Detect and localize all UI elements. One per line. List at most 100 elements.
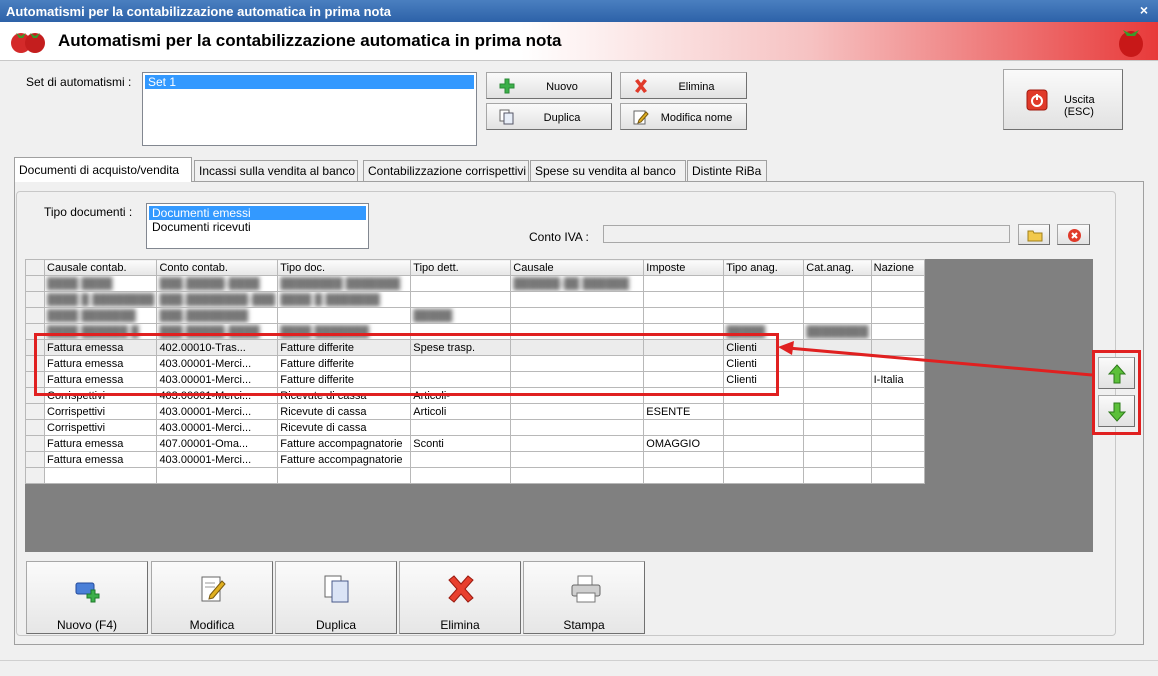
cell [510,419,645,436]
col-header[interactable]: Causale contab. [43,259,158,276]
table-row[interactable]: Corrispettivi 403.00001-Merci... Ricevute … [25,419,925,436]
uscita-button[interactable]: Uscita (ESC) [1003,69,1123,130]
col-header[interactable]: Conto contab. [156,259,279,276]
header-title: Automatismi per la contabilizzazione aut… [58,31,562,50]
cell [803,387,872,404]
set-listbox[interactable]: Set 1 [142,72,477,146]
tab-spese[interactable]: Spese su vendita al banco [530,160,686,181]
col-header[interactable]: Tipo dett. [410,259,512,276]
clear-icon [1068,229,1081,242]
duplica-set-button[interactable]: Duplica [486,103,612,130]
arrow-down-icon [1108,402,1126,422]
nuovo-set-button[interactable]: Nuovo [486,72,612,99]
cell [870,419,925,436]
cell [510,451,645,468]
col-header[interactable]: Tipo doc. [277,259,412,276]
move-up-button[interactable] [1098,357,1135,389]
stampa-label: Stampa [563,618,605,632]
cell: Sconti [410,435,512,452]
cell: Articoli [410,403,512,420]
cell [510,435,645,452]
cell [643,451,725,468]
table-row[interactable]: Corrispettivi 403.00001-Merci... Ricevute … [25,403,925,420]
col-header[interactable]: Cat.anag. [803,259,872,276]
conto-iva-field[interactable] [603,225,1010,243]
tab-corrispettivi[interactable]: Contabilizzazione corrispettivi [363,160,529,181]
elimina-label: Elimina [440,618,480,632]
duplica-button[interactable]: Duplica [275,561,397,634]
cell [803,403,872,420]
elimina-set-label: Elimina [678,81,715,93]
tab-incassi[interactable]: Incassi sulla vendita al banco [194,160,358,181]
duplica-set-label: Duplica [543,112,581,124]
cell: 403.00001-Merci... [156,403,279,420]
header-band: Automatismi per la contabilizzazione aut… [0,22,1158,61]
modifica-nome-label: Modifica nome [660,112,733,124]
highlight-box-rows [34,333,779,396]
folder-icon [1027,230,1043,242]
cell [870,387,925,404]
uscita-label: Uscita (ESC) [1064,94,1095,118]
strawberry-logo-icon [11,33,45,53]
col-header[interactable]: Nazione [870,259,925,276]
elimina-set-button[interactable]: Elimina [620,72,747,99]
cell [723,403,805,420]
arrow-up-icon [1108,364,1126,384]
table-row[interactable]: Fattura emessa 407.00001-Oma... Fatture ac… [25,435,925,452]
cell: Fattura emessa [43,435,158,452]
col-header[interactable]: Causale [510,259,645,276]
cell [723,435,805,452]
tab-riba[interactable]: Distinte RiBa [687,160,767,181]
col-header[interactable]: Imposte [643,259,725,276]
cell: Ricevute di cassa [277,403,412,420]
cell [870,403,925,420]
conto-iva-browse-button[interactable] [1018,224,1050,245]
modifica-button[interactable]: Modifica [151,561,273,634]
elimina-button[interactable]: Elimina [399,561,521,634]
blurred-row[interactable]: ████ ███████ ███.████████ █████ [25,307,925,324]
move-down-button[interactable] [1098,395,1135,427]
cell [870,451,925,468]
tipo-documenti-listbox[interactable]: Documenti emessi Documenti ricevuti [146,203,369,249]
cell: Fatture accompagnatorie [277,451,412,468]
conto-iva-clear-button[interactable] [1057,224,1090,245]
cell: 403.00001-Merci... [156,451,279,468]
duplica-label: Duplica [315,618,357,632]
blurred-row[interactable]: ████ ████ ███.█████-████ ████████ ███████ █… [25,275,925,292]
delete-icon [448,575,474,603]
conto-iva-label: Conto IVA : [529,230,589,244]
empty-row[interactable] [25,467,925,484]
table-row[interactable]: Fattura emessa 403.00001-Merci... Fatture … [25,451,925,468]
close-icon[interactable]: × [1140,2,1148,18]
set-item[interactable]: Set 1 [145,75,474,89]
cell: Fattura emessa [43,451,158,468]
tab-documenti[interactable]: Documenti di acquisto/vendita [14,157,192,182]
tipo-documenti-label: Tipo documenti : [44,205,133,219]
cell: Ricevute di cassa [277,419,412,436]
grid-header-row: Causale contab. Conto contab. Tipo doc. … [25,259,925,276]
nuovo-set-label: Nuovo [546,81,578,93]
status-bar [0,660,1158,676]
tipo-item-emessi[interactable]: Documenti emessi [149,206,366,220]
col-header[interactable]: Tipo anag. [723,259,805,276]
cell: ESENTE [643,403,725,420]
duplicate-document-icon [324,575,349,603]
edit-icon [633,110,649,125]
nuovo-button[interactable]: Nuovo (F4) [26,561,148,634]
cell [410,451,512,468]
stampa-button[interactable]: Stampa [523,561,645,634]
window-title: Automatismi per la contabilizzazione aut… [6,4,392,19]
cell [803,435,872,452]
blurred-row[interactable]: ████ █ ████████ ███.████████-███ ████ █ ██… [25,291,925,308]
plus-icon [499,78,515,94]
set-label: Set di automatismi : [26,75,132,89]
add-record-icon [75,582,100,603]
power-icon [1026,89,1048,111]
nuovo-label: Nuovo (F4) [56,618,118,632]
cell: Fatture accompagnatorie [277,435,412,452]
tipo-item-ricevuti[interactable]: Documenti ricevuti [149,220,366,234]
modifica-nome-button[interactable]: Modifica nome [620,103,747,130]
edit-document-icon [201,576,226,602]
cell [803,451,872,468]
window-titlebar: Automatismi per la contabilizzazione aut… [0,0,1158,22]
